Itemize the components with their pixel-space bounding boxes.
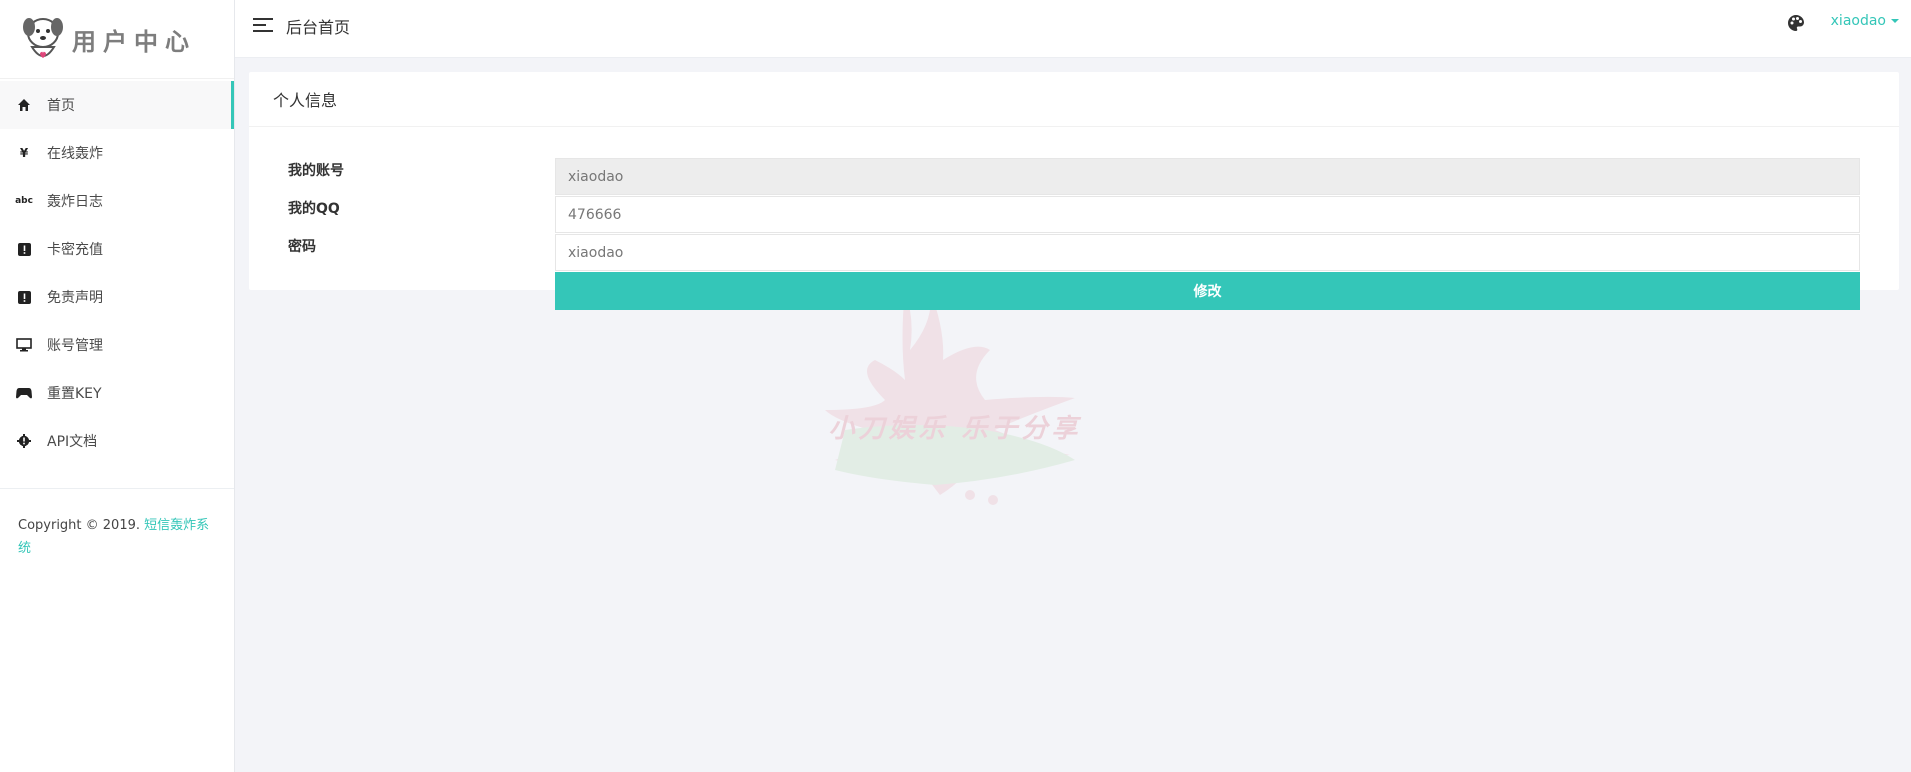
account-field (555, 158, 1860, 195)
qq-label: 我的QQ (288, 201, 340, 217)
password-field[interactable] (555, 234, 1860, 271)
sidebar-item-online-bomb[interactable]: ¥ 在线轰炸 (0, 129, 234, 177)
splash-icon (825, 290, 1075, 505)
password-label: 密码 (288, 239, 316, 255)
gear-icon (16, 433, 32, 449)
sidebar-item-api-docs[interactable]: API文档 (0, 417, 234, 465)
home-icon (16, 97, 32, 113)
logo[interactable]: 用户中心 (0, 0, 234, 79)
watermark: 小刀娱乐 乐于分享 (815, 280, 1090, 520)
sidebar-nav: 首页 ¥ 在线轰炸 abc 轰炸日志 卡密充值 免责声明 账号管理 重置KEY … (0, 81, 234, 465)
sidebar-item-label: 免责声明 (47, 290, 103, 306)
alert-icon (16, 241, 32, 257)
sidebar-item-disclaimer[interactable]: 免责声明 (0, 273, 234, 321)
top-header: 后台首页 xiaodao (235, 0, 1911, 58)
page-title: 后台首页 (286, 18, 351, 37)
sidebar-item-card-recharge[interactable]: 卡密充值 (0, 225, 234, 273)
copyright-text: Copyright © 2019. (18, 518, 141, 533)
sidebar-item-home[interactable]: 首页 (0, 81, 234, 129)
abc-icon: abc (15, 196, 33, 206)
menu-toggle-icon[interactable] (253, 16, 273, 34)
sidebar-divider (0, 488, 234, 489)
username: xiaodao (1830, 13, 1886, 29)
logo-text: 用户中心 (72, 27, 196, 56)
profile-card: 个人信息 我的账号 我的QQ 密码 (249, 72, 1899, 290)
modify-button[interactable]: 修改 (555, 272, 1860, 310)
sidebar-item-label: 在线轰炸 (47, 146, 103, 162)
user-menu[interactable]: xiaodao (1831, 13, 1899, 29)
sidebar: 用户中心 首页 ¥ 在线轰炸 abc 轰炸日志 卡密充值 免责声明 账号管理 重… (0, 0, 235, 772)
sidebar-item-account-manage[interactable]: 账号管理 (0, 321, 234, 369)
sidebar-item-label: 卡密充值 (47, 242, 103, 258)
monitor-icon (16, 337, 32, 353)
sidebar-item-label: 账号管理 (47, 338, 103, 354)
qq-field[interactable] (555, 196, 1860, 233)
watermark-text: 小刀娱乐 乐于分享 (828, 414, 1082, 444)
sidebar-item-reset-key[interactable]: 重置KEY (0, 369, 234, 417)
account-label: 我的账号 (288, 163, 344, 179)
sidebar-item-label: 轰炸日志 (47, 194, 103, 210)
card-title: 个人信息 (249, 72, 1899, 127)
sidebar-item-label: 首页 (47, 98, 75, 114)
caret-down-icon (1891, 19, 1899, 23)
gamepad-icon (16, 385, 32, 401)
palette-icon[interactable] (1787, 14, 1805, 32)
sidebar-item-bomb-log[interactable]: abc 轰炸日志 (0, 177, 234, 225)
sidebar-item-label: 重置KEY (47, 386, 102, 402)
dog-logo-icon (23, 18, 63, 58)
alert-icon (16, 289, 32, 305)
sidebar-item-label: API文档 (47, 434, 98, 450)
copyright: Copyright © 2019. 短信轰炸系统 (18, 514, 218, 560)
yen-icon: ¥ (19, 146, 29, 160)
